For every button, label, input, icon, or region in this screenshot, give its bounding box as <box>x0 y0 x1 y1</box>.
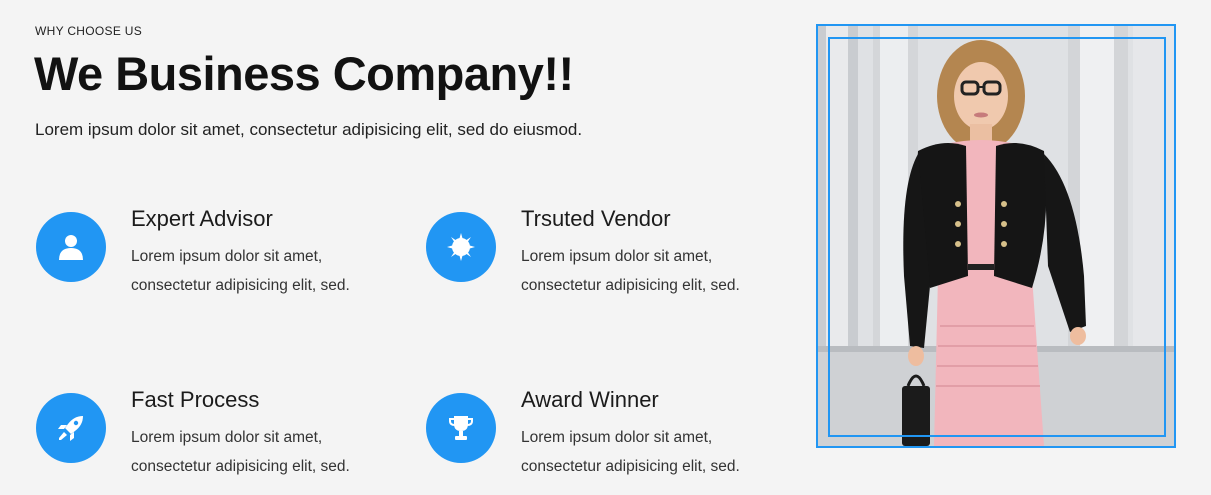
feature-award-winner: Award Winner Lorem ipsum dolor sit amet,… <box>426 387 786 483</box>
feature-fast-process: Fast Process Lorem ipsum dolor sit amet,… <box>36 387 396 483</box>
page-title: We Business Company!! <box>34 47 574 100</box>
badge-icon <box>426 212 496 282</box>
feature-description: Lorem ipsum dolor sit amet, consectetur … <box>521 248 740 294</box>
feature-title: Expert Advisor <box>131 206 273 231</box>
section-eyebrow: WHY CHOOSE US <box>35 24 143 38</box>
feature-expert-advisor: Expert Advisor Lorem ipsum dolor sit ame… <box>36 206 396 302</box>
feature-title: Fast Process <box>131 387 260 412</box>
feature-title: Trsuted Vendor <box>521 206 671 231</box>
feature-description: Lorem ipsum dolor sit amet, consectetur … <box>521 429 740 475</box>
feature-description: Lorem ipsum dolor sit amet, consectetur … <box>131 248 350 294</box>
user-icon <box>36 212 106 282</box>
trophy-icon <box>426 393 496 463</box>
rocket-icon <box>36 393 106 463</box>
feature-description: Lorem ipsum dolor sit amet, consectetur … <box>131 429 350 475</box>
feature-title: Award Winner <box>521 387 659 412</box>
feature-trusted-vendor: Trsuted Vendor Lorem ipsum dolor sit ame… <box>426 206 786 302</box>
businesswoman-photo <box>816 24 1176 448</box>
section-lead: Lorem ipsum dolor sit amet, consectetur … <box>35 120 583 139</box>
